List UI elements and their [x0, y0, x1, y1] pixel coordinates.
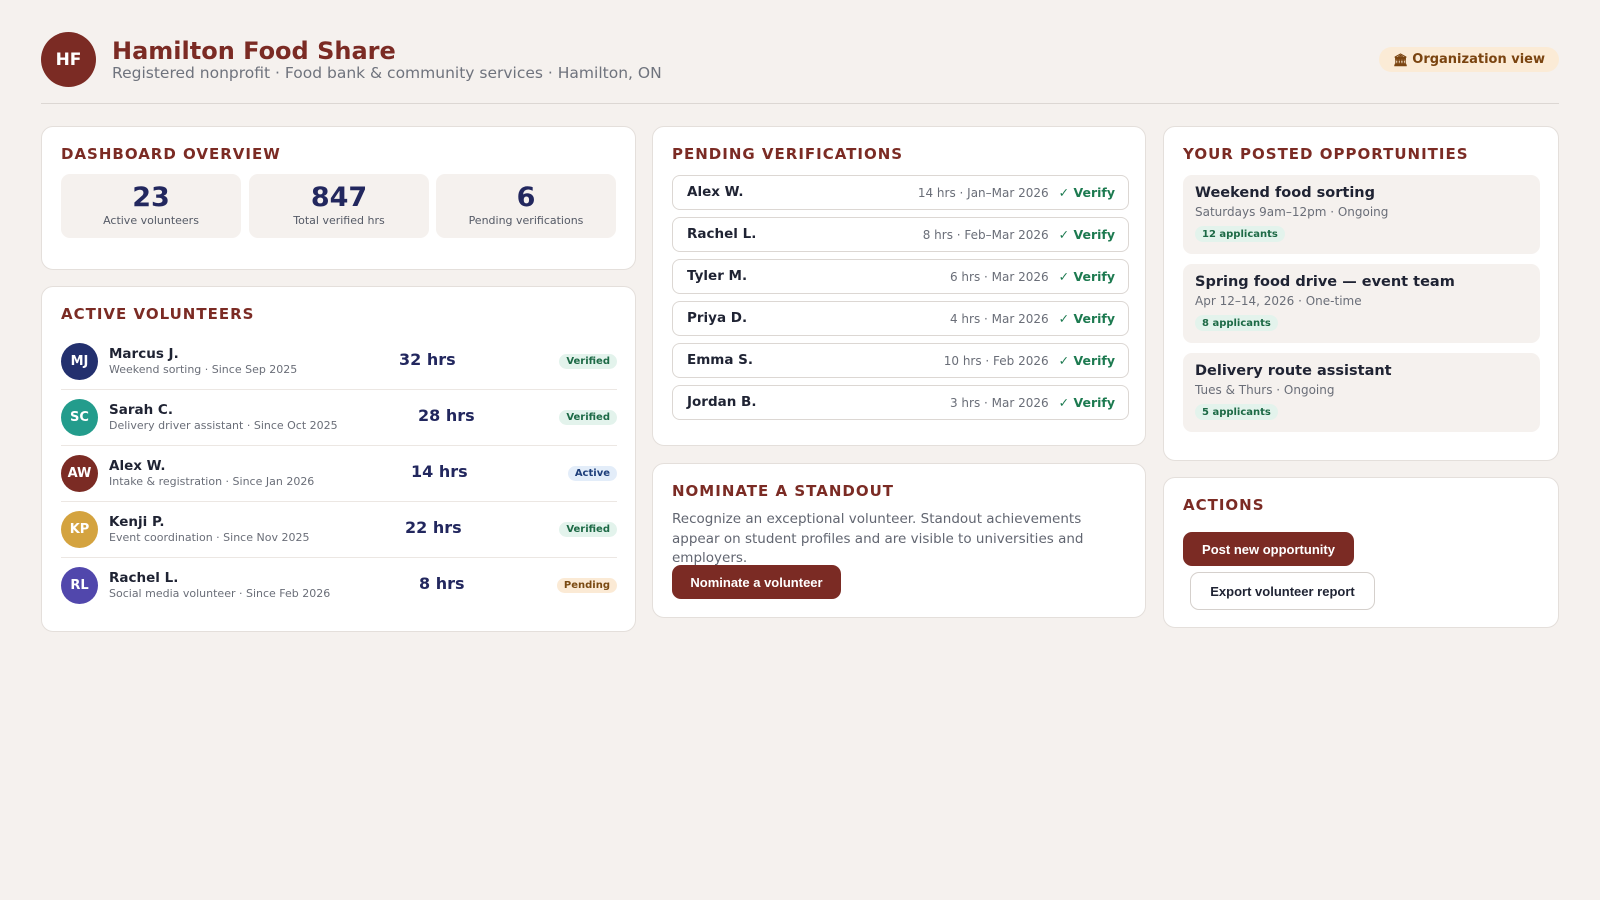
export-volunteer-report-button[interactable]: Export volunteer report	[1190, 572, 1375, 610]
volunteer-meta: Delivery driver assistant · Since Oct 20…	[109, 419, 338, 432]
status-badge: Pending	[556, 578, 617, 593]
verification-name: Tyler M.	[687, 268, 748, 284]
avatar: MJ	[61, 343, 98, 380]
stat-value: 847	[310, 182, 368, 213]
applicants-badge: 8 applicants	[1195, 315, 1278, 331]
verification-meta: 4 hrs · Mar 2026	[949, 311, 1049, 326]
verify-button[interactable]: ✓ Verify	[1059, 227, 1115, 242]
volunteer-name: Sarah C.	[109, 402, 173, 418]
card-title: NOMINATE A STANDOUT	[672, 482, 894, 500]
applicants-badge: 5 applicants	[1195, 404, 1278, 420]
verification-name: Emma S.	[687, 352, 754, 368]
verification-name: Priya D.	[687, 310, 748, 326]
nominate-volunteer-button[interactable]: Nominate a volunteer	[672, 565, 841, 599]
status-badge: Verified	[559, 522, 617, 537]
opportunity-meta: Tues & Thurs · Ongoing	[1195, 383, 1335, 397]
volunteer-hours: 28 hrs	[418, 406, 475, 425]
stat-label: Total verified hrs	[293, 214, 385, 227]
status-badge: Verified	[559, 354, 617, 369]
status-badge: Verified	[559, 410, 617, 425]
page-header: HF Hamilton Food Share Registered nonpro…	[41, 32, 1559, 104]
opportunity-item[interactable]: Delivery route assistant Tues & Thurs · …	[1183, 353, 1540, 432]
organization-view-badge[interactable]: 🏛 Organization view	[1379, 47, 1559, 72]
verification-name: Alex W.	[687, 184, 744, 200]
volunteer-hours: 32 hrs	[399, 350, 456, 369]
verification-meta: 6 hrs · Mar 2026	[949, 269, 1049, 284]
volunteer-meta: Intake & registration · Since Jan 2026	[109, 475, 315, 488]
stat-active-volunteers: 23 Active volunteers	[61, 174, 241, 238]
verification-row: Alex W. 14 hrs · Jan–Mar 2026 ✓ Verify	[672, 175, 1129, 210]
applicants-badge: 12 applicants	[1195, 226, 1285, 242]
volunteer-name: Rachel L.	[109, 570, 179, 586]
opportunity-item[interactable]: Weekend food sorting Saturdays 9am–12pm …	[1183, 175, 1540, 254]
pending-verifications-card: PENDING VERIFICATIONS Alex W. 14 hrs · J…	[652, 126, 1146, 446]
volunteer-name: Kenji P.	[109, 514, 165, 530]
stat-value: 23	[132, 182, 170, 213]
verification-meta: 3 hrs · Mar 2026	[949, 395, 1049, 410]
verification-name: Jordan B.	[687, 394, 757, 410]
dashboard-overview-card: DASHBOARD OVERVIEW 23 Active volunteers …	[41, 126, 636, 270]
avatar: SC	[61, 399, 98, 436]
verify-button[interactable]: ✓ Verify	[1059, 311, 1115, 326]
bank-icon: 🏛	[1393, 52, 1409, 67]
verify-button[interactable]: ✓ Verify	[1059, 395, 1115, 410]
card-title: YOUR POSTED OPPORTUNITIES	[1183, 145, 1469, 163]
verify-button[interactable]: ✓ Verify	[1059, 185, 1115, 200]
volunteer-name: Alex W.	[109, 458, 166, 474]
volunteer-row[interactable]: RL Rachel L. Social media volunteer · Si…	[61, 558, 617, 614]
verification-row: Emma S. 10 hrs · Feb 2026 ✓ Verify	[672, 343, 1129, 378]
nominate-description: Recognize an exceptional volunteer. Stan…	[672, 511, 1084, 566]
verification-row: Rachel L. 8 hrs · Feb–Mar 2026 ✓ Verify	[672, 217, 1129, 252]
verify-button[interactable]: ✓ Verify	[1059, 353, 1115, 368]
stat-pending-verifications: 6 Pending verifications	[436, 174, 616, 238]
volunteer-name: Marcus J.	[109, 346, 179, 362]
verification-row: Priya D. 4 hrs · Mar 2026 ✓ Verify	[672, 301, 1129, 336]
opportunity-meta: Apr 12–14, 2026 · One-time	[1195, 294, 1362, 308]
active-volunteers-card: ACTIVE VOLUNTEERS MJ Marcus J. Weekend s…	[41, 286, 636, 632]
volunteer-meta: Event coordination · Since Nov 2025	[109, 531, 310, 544]
avatar: KP	[61, 511, 98, 548]
card-title: DASHBOARD OVERVIEW	[61, 145, 281, 163]
verification-meta: 14 hrs · Jan–Mar 2026	[917, 185, 1049, 200]
card-title: ACTIONS	[1183, 496, 1265, 514]
verify-button[interactable]: ✓ Verify	[1059, 269, 1115, 284]
stat-label: Active volunteers	[103, 214, 199, 227]
volunteer-meta: Weekend sorting · Since Sep 2025	[109, 363, 298, 376]
opportunity-title: Spring food drive — event team	[1195, 274, 1455, 290]
opportunity-meta: Saturdays 9am–12pm · Ongoing	[1195, 205, 1389, 219]
opportunity-title: Weekend food sorting	[1195, 185, 1375, 201]
volunteer-row[interactable]: AW Alex W. Intake & registration · Since…	[61, 446, 617, 502]
status-badge: Active	[567, 466, 617, 481]
org-avatar: HF	[41, 32, 96, 87]
org-name: Hamilton Food Share	[112, 37, 396, 65]
avatar: RL	[61, 567, 98, 604]
opportunity-item[interactable]: Spring food drive — event team Apr 12–14…	[1183, 264, 1540, 343]
volunteer-row[interactable]: MJ Marcus J. Weekend sorting · Since Sep…	[61, 334, 617, 390]
volunteer-hours: 22 hrs	[405, 518, 462, 537]
volunteer-meta: Social media volunteer · Since Feb 2026	[109, 587, 331, 600]
volunteer-row[interactable]: KP Kenji P. Event coordination · Since N…	[61, 502, 617, 558]
posted-opportunities-card: YOUR POSTED OPPORTUNITIES Weekend food s…	[1163, 126, 1559, 461]
organization-view-label: Organization view	[1412, 52, 1545, 67]
verification-row: Jordan B. 3 hrs · Mar 2026 ✓ Verify	[672, 385, 1129, 420]
card-title: ACTIVE VOLUNTEERS	[61, 305, 255, 323]
avatar: AW	[61, 455, 98, 492]
volunteer-hours: 8 hrs	[419, 574, 465, 593]
volunteer-hours: 14 hrs	[411, 462, 468, 481]
post-new-opportunity-button[interactable]: Post new opportunity	[1183, 532, 1354, 566]
stat-total-verified-hrs: 847 Total verified hrs	[249, 174, 429, 238]
nominate-standout-card: NOMINATE A STANDOUT Recognize an excepti…	[652, 463, 1146, 618]
volunteer-row[interactable]: SC Sarah C. Delivery driver assistant · …	[61, 390, 617, 446]
org-subtitle: Registered nonprofit · Food bank & commu…	[112, 64, 662, 82]
actions-card: ACTIONS Post new opportunity Export volu…	[1163, 477, 1559, 628]
card-title: PENDING VERIFICATIONS	[672, 145, 904, 163]
verification-meta: 8 hrs · Feb–Mar 2026	[922, 227, 1049, 242]
verification-row: Tyler M. 6 hrs · Mar 2026 ✓ Verify	[672, 259, 1129, 294]
opportunity-title: Delivery route assistant	[1195, 363, 1392, 379]
verification-name: Rachel L.	[687, 226, 757, 242]
stat-label: Pending verifications	[468, 214, 584, 227]
verification-meta: 10 hrs · Feb 2026	[943, 353, 1049, 368]
stat-value: 6	[516, 182, 536, 213]
